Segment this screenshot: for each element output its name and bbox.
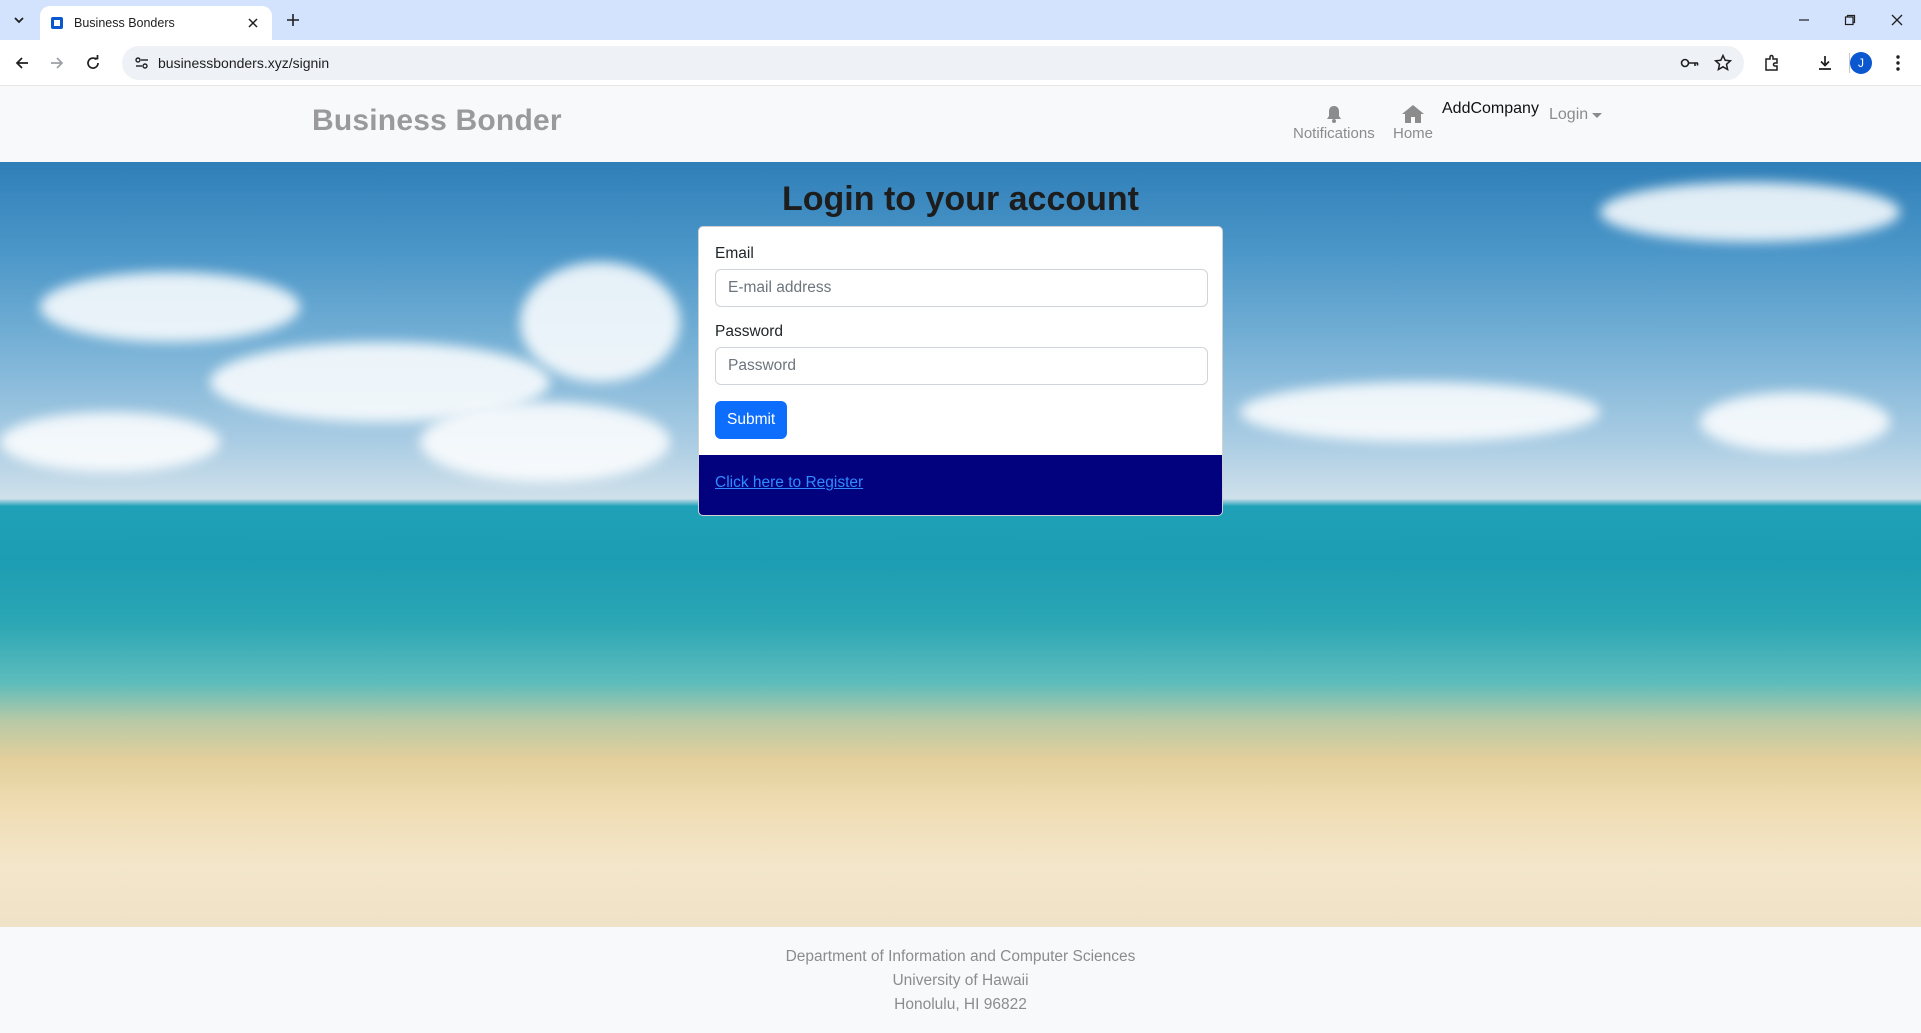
hero-background: Login to your account Email Password Sub…: [0, 162, 1921, 927]
bell-icon: [1326, 106, 1341, 123]
cloud-shape: [1700, 392, 1890, 452]
home-icon: [1402, 105, 1424, 123]
cloud-shape: [1240, 382, 1600, 442]
page-title: Login to your account: [782, 180, 1139, 218]
address-bar[interactable]: businessbonders.xyz/signin: [122, 46, 1744, 80]
minimize-button[interactable]: [1787, 6, 1821, 34]
back-button[interactable]: [8, 49, 36, 77]
close-tab-icon[interactable]: [244, 14, 262, 32]
close-window-button[interactable]: [1880, 6, 1914, 34]
url-text[interactable]: businessbonders.xyz/signin: [158, 55, 329, 71]
cloud-shape: [40, 272, 300, 342]
site-footer: Department of Information and Computer S…: [0, 927, 1921, 1033]
cloud-shape: [520, 262, 680, 382]
reload-button[interactable]: [79, 49, 107, 77]
minimize-icon: [1799, 19, 1809, 21]
chevron-down-icon: [14, 17, 24, 24]
cloud-shape: [420, 402, 670, 482]
site-brand[interactable]: Business Bonder: [312, 104, 562, 138]
arrow-right-icon: [51, 57, 64, 69]
login-form: Email Password Submit: [699, 227, 1222, 455]
arrow-left-icon: [15, 57, 28, 69]
toolbar-divider: [1849, 53, 1850, 73]
nav-login-label: Login: [1549, 106, 1589, 123]
profile-avatar[interactable]: J: [1847, 49, 1875, 77]
password-label: Password: [715, 323, 784, 340]
footer-address: Honolulu, HI 96822: [894, 996, 1027, 1013]
favicon-icon: [50, 16, 64, 30]
email-label: Email: [715, 245, 754, 262]
browser-toolbar: businessbonders.xyz/signin J: [0, 40, 1921, 86]
email-field[interactable]: [715, 269, 1208, 307]
site-navbar: Business Bonder Notifications Home AddCo…: [0, 86, 1921, 162]
plus-icon: [287, 14, 299, 26]
browser-tab[interactable]: Business Bonders: [40, 6, 272, 40]
nav-home[interactable]: Home: [1393, 104, 1433, 142]
nav-add-company[interactable]: AddCompany: [1442, 100, 1539, 118]
login-card: Email Password Submit Click here to Regi…: [698, 226, 1223, 516]
browser-tabstrip: Business Bonders: [0, 0, 1921, 40]
restore-button[interactable]: [1833, 6, 1867, 34]
password-group: Password: [715, 323, 1208, 385]
download-icon[interactable]: [1811, 49, 1839, 77]
extensions-icon[interactable]: [1758, 49, 1786, 77]
nav-login-dropdown[interactable]: Login: [1549, 106, 1603, 124]
tab-search-button[interactable]: [6, 8, 32, 32]
password-key-icon[interactable]: [1678, 51, 1702, 75]
profile-initial: J: [1850, 52, 1872, 74]
bookmark-star-icon[interactable]: [1711, 51, 1735, 75]
footer-department: Department of Information and Computer S…: [785, 948, 1136, 965]
forward-button[interactable]: [43, 49, 71, 77]
tab-title: Business Bonders: [74, 16, 175, 30]
new-tab-button[interactable]: [280, 8, 306, 32]
nav-notifications[interactable]: Notifications: [1293, 104, 1375, 142]
register-panel: Click here to Register: [699, 455, 1222, 515]
submit-button[interactable]: Submit: [715, 401, 788, 439]
close-icon: [1891, 14, 1903, 26]
password-field[interactable]: [715, 347, 1208, 385]
email-group: Email: [715, 245, 1208, 307]
caret-down-icon: [1592, 112, 1603, 118]
footer-university: University of Hawaii: [892, 972, 1029, 989]
register-link[interactable]: Click here to Register: [715, 474, 863, 491]
site-info-icon[interactable]: [130, 51, 154, 75]
restore-icon: [1844, 14, 1856, 26]
nav-notifications-label: Notifications: [1293, 125, 1375, 142]
cloud-shape: [0, 412, 220, 472]
browser-menu-icon[interactable]: [1884, 49, 1912, 77]
reload-icon: [87, 55, 99, 69]
nav-home-label: Home: [1393, 125, 1434, 142]
